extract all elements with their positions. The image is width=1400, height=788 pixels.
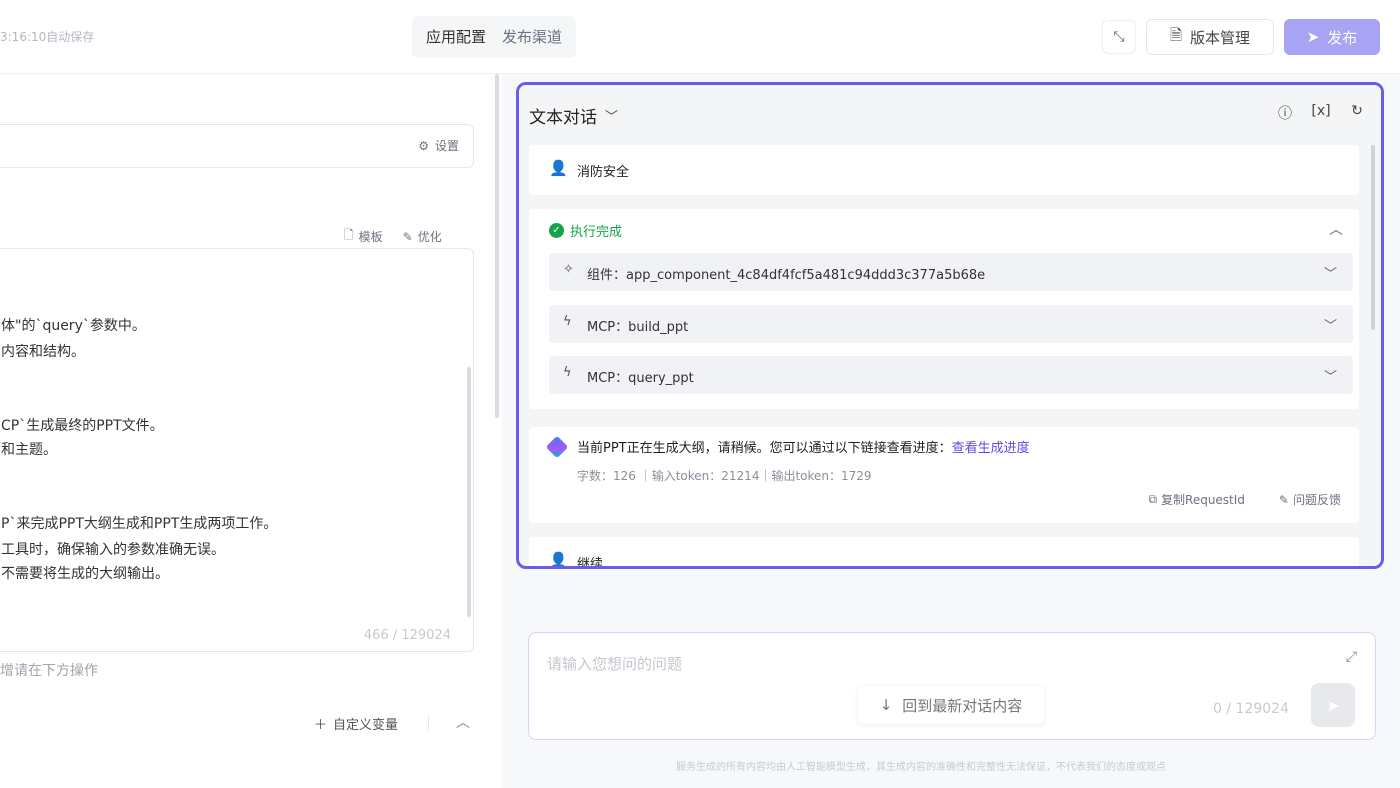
user-icon: 👤 bbox=[549, 551, 568, 569]
chat-preview-card: 文本对话 ﹀ ⓘ [x] ↻ 👤 消防安全 ✓ 执行完成 ︿ ✧ 组件：app_… bbox=[516, 82, 1384, 569]
view-progress-link[interactable]: 查看生成进度 bbox=[952, 441, 1030, 456]
prompt-line: 内容和结构。 bbox=[1, 344, 85, 360]
left-hint-text: 增请在下方操作 bbox=[0, 663, 98, 679]
edit-icon: ✎ bbox=[1278, 492, 1289, 507]
prompt-char-count: 466 / 129024 bbox=[363, 628, 451, 643]
version-label: 版本管理 bbox=[1190, 28, 1251, 47]
chat-header-actions: ⓘ [x] ↻ bbox=[1275, 103, 1367, 123]
tab-publish-channel[interactable]: 发布渠道 bbox=[494, 16, 570, 58]
prompt-line: P`来完成PPT大纲生成和PPT生成两项工作。 bbox=[1, 516, 278, 532]
template-button[interactable]: 🗋 模板 bbox=[344, 226, 383, 247]
prompt-line: 和主题。 bbox=[1, 442, 57, 458]
optimize-label: 优化 bbox=[417, 230, 442, 244]
prompt-actions: 🗋 模板 ✎ 优化 bbox=[344, 226, 442, 247]
prompt-editor[interactable]: 体"的`query`参数中。 内容和结构。 CP`生成最终的PPT文件。 和主题… bbox=[0, 248, 474, 652]
plus-icon: ＋ bbox=[314, 718, 328, 733]
version-icon: 🗎 bbox=[1169, 25, 1183, 44]
send-button[interactable]: ➤ bbox=[1311, 683, 1355, 727]
prompt-line: 工具时，确保输入的参数准确无误。 bbox=[1, 542, 225, 558]
back-latest-label: 回到最新对话内容 bbox=[902, 696, 1023, 715]
info-icon[interactable]: ⓘ bbox=[1275, 103, 1295, 123]
settings-label: 设置 bbox=[434, 139, 459, 153]
optimize-icon: ✎ bbox=[402, 229, 413, 244]
arrow-down-icon: ↓ bbox=[879, 696, 893, 714]
chevron-down-icon: ﹀ bbox=[1323, 370, 1337, 385]
send-icon: ➤ bbox=[1306, 28, 1320, 46]
bolt-icon: ϟ bbox=[563, 365, 572, 380]
assistant-text: 当前PPT正在生成大纲，请稍候。您可以通过以下链接查看进度： bbox=[577, 441, 952, 456]
refresh-icon[interactable]: ↻ bbox=[1347, 103, 1367, 123]
execution-status: ✓ 执行完成 bbox=[549, 221, 622, 240]
chevron-up-icon[interactable]: ︿ bbox=[1329, 219, 1343, 239]
send-icon: ➤ bbox=[1326, 695, 1340, 715]
optimize-button[interactable]: ✎ 优化 bbox=[403, 226, 442, 247]
tool-call-row[interactable]: ✧ 组件：app_component_4c84df4fcf5a481c94ddd… bbox=[549, 253, 1353, 291]
document-icon: 🗋 bbox=[344, 228, 354, 242]
user-message-text: 消防安全 bbox=[577, 165, 630, 180]
chevron-down-icon: ﹀ bbox=[1323, 267, 1337, 282]
top-bar: 3:16:10自动保存 应用配置 发布渠道 ⤡ 🗎 版本管理 ➤ 发布 bbox=[0, 0, 1400, 74]
collapse-button[interactable]: ⤡ bbox=[1102, 20, 1136, 54]
user-message: 👤 消防安全 bbox=[529, 145, 1359, 195]
publish-button[interactable]: ➤ 发布 bbox=[1284, 19, 1380, 55]
tool-call-row[interactable]: ϟ MCP：build_ppt ﹀ bbox=[549, 305, 1353, 343]
tool-call-row[interactable]: ϟ MCP：query_ppt ﹀ bbox=[549, 356, 1353, 394]
expand-icon[interactable]: ⤢ bbox=[1346, 649, 1357, 665]
chat-title: 文本对话 bbox=[529, 108, 597, 128]
message-actions: ⧉ 复制RequestId ✎ 问题反馈 bbox=[1148, 491, 1341, 508]
disclaimer-text: 服务生成的所有内容均由人工智能模型生成，其生成内容的准确性和完整性无法保证，不代… bbox=[676, 762, 1166, 773]
copy-icon: ⧉ bbox=[1148, 492, 1158, 506]
copy-request-id-button[interactable]: ⧉ 复制RequestId bbox=[1148, 491, 1244, 508]
left-config-panel: ⚙ 设置 🗋 模板 ✎ 优化 体"的`query`参数中。 内容和结构。 CP`… bbox=[0, 74, 500, 788]
custom-var-label: 自定义变量 bbox=[333, 718, 399, 733]
prompt-line: 体"的`query`参数中。 bbox=[1, 318, 146, 334]
chevron-down-icon: ﹀ bbox=[1323, 319, 1337, 334]
panel-splitter[interactable] bbox=[495, 74, 499, 418]
publish-label: 发布 bbox=[1327, 28, 1358, 47]
user-message-text: 继续 bbox=[577, 557, 604, 569]
message-stats: 字数：126 ｜输入token：21214｜输出token：1729 bbox=[577, 469, 872, 483]
feedback-button[interactable]: ✎ 问题反馈 bbox=[1279, 491, 1341, 508]
copy-label: 复制RequestId bbox=[1161, 493, 1245, 507]
check-circle-icon: ✓ bbox=[549, 223, 564, 238]
sparkle-icon: ✧ bbox=[563, 262, 574, 277]
config-tabs: 应用配置 发布渠道 bbox=[412, 16, 577, 58]
divider bbox=[428, 716, 429, 730]
chat-header: 文本对话 ﹀ ⓘ [x] ↻ bbox=[519, 85, 1381, 143]
chevron-up-icon[interactable]: ︿ bbox=[456, 712, 470, 732]
execution-status-text: 执行完成 bbox=[570, 225, 623, 240]
variable-icon[interactable]: [x] bbox=[1311, 103, 1331, 123]
user-icon: 👤 bbox=[549, 159, 568, 177]
autosave-status: 3:16:10自动保存 bbox=[0, 30, 95, 44]
prompt-line: CP`生成最终的PPT文件。 bbox=[1, 418, 164, 434]
assistant-message-text: 当前PPT正在生成大纲，请稍候。您可以通过以下链接查看进度：查看生成进度 bbox=[577, 437, 1030, 456]
prompt-scrollbar[interactable] bbox=[467, 367, 471, 617]
execution-block: ✓ 执行完成 ︿ ✧ 组件：app_component_4c84df4fcf5a… bbox=[529, 209, 1359, 409]
tool-call-label: MCP：build_ppt bbox=[587, 320, 689, 335]
tool-call-label: MCP：query_ppt bbox=[587, 371, 694, 386]
tab-app-config[interactable]: 应用配置 bbox=[418, 16, 494, 58]
tool-call-label: 组件：app_component_4c84df4fcf5a481c94ddd3c… bbox=[587, 268, 986, 283]
user-message: 👤 继续 bbox=[529, 537, 1359, 569]
settings-link[interactable]: ⚙ 设置 bbox=[418, 137, 459, 154]
chevron-down-icon: ﹀ bbox=[605, 110, 619, 125]
assistant-message: 当前PPT正在生成大纲，请稍候。您可以通过以下链接查看进度：查看生成进度 字数：… bbox=[529, 427, 1359, 523]
assistant-avatar bbox=[545, 435, 569, 459]
collapse-icon: ⤡ bbox=[1113, 29, 1125, 45]
chat-input-placeholder: 请输入您想问的问题 bbox=[547, 655, 683, 673]
back-to-latest-button[interactable]: ↓ 回到最新对话内容 bbox=[858, 686, 1044, 724]
gear-icon: ⚙ bbox=[418, 138, 429, 153]
feedback-label: 问题反馈 bbox=[1292, 493, 1341, 507]
input-char-count: 0 / 129024 bbox=[1213, 701, 1289, 717]
template-label: 模板 bbox=[358, 230, 383, 244]
model-settings-field[interactable]: ⚙ 设置 bbox=[0, 124, 474, 168]
chat-scrollbar[interactable] bbox=[1371, 145, 1375, 330]
version-management-button[interactable]: 🗎 版本管理 bbox=[1146, 19, 1274, 55]
chat-mode-select[interactable]: 文本对话 ﹀ bbox=[529, 103, 618, 128]
prompt-line: 不需要将生成的大纲输出。 bbox=[1, 566, 169, 582]
add-custom-variable-button[interactable]: ＋ 自定义变量 bbox=[314, 714, 398, 733]
bolt-icon: ϟ bbox=[563, 314, 572, 329]
